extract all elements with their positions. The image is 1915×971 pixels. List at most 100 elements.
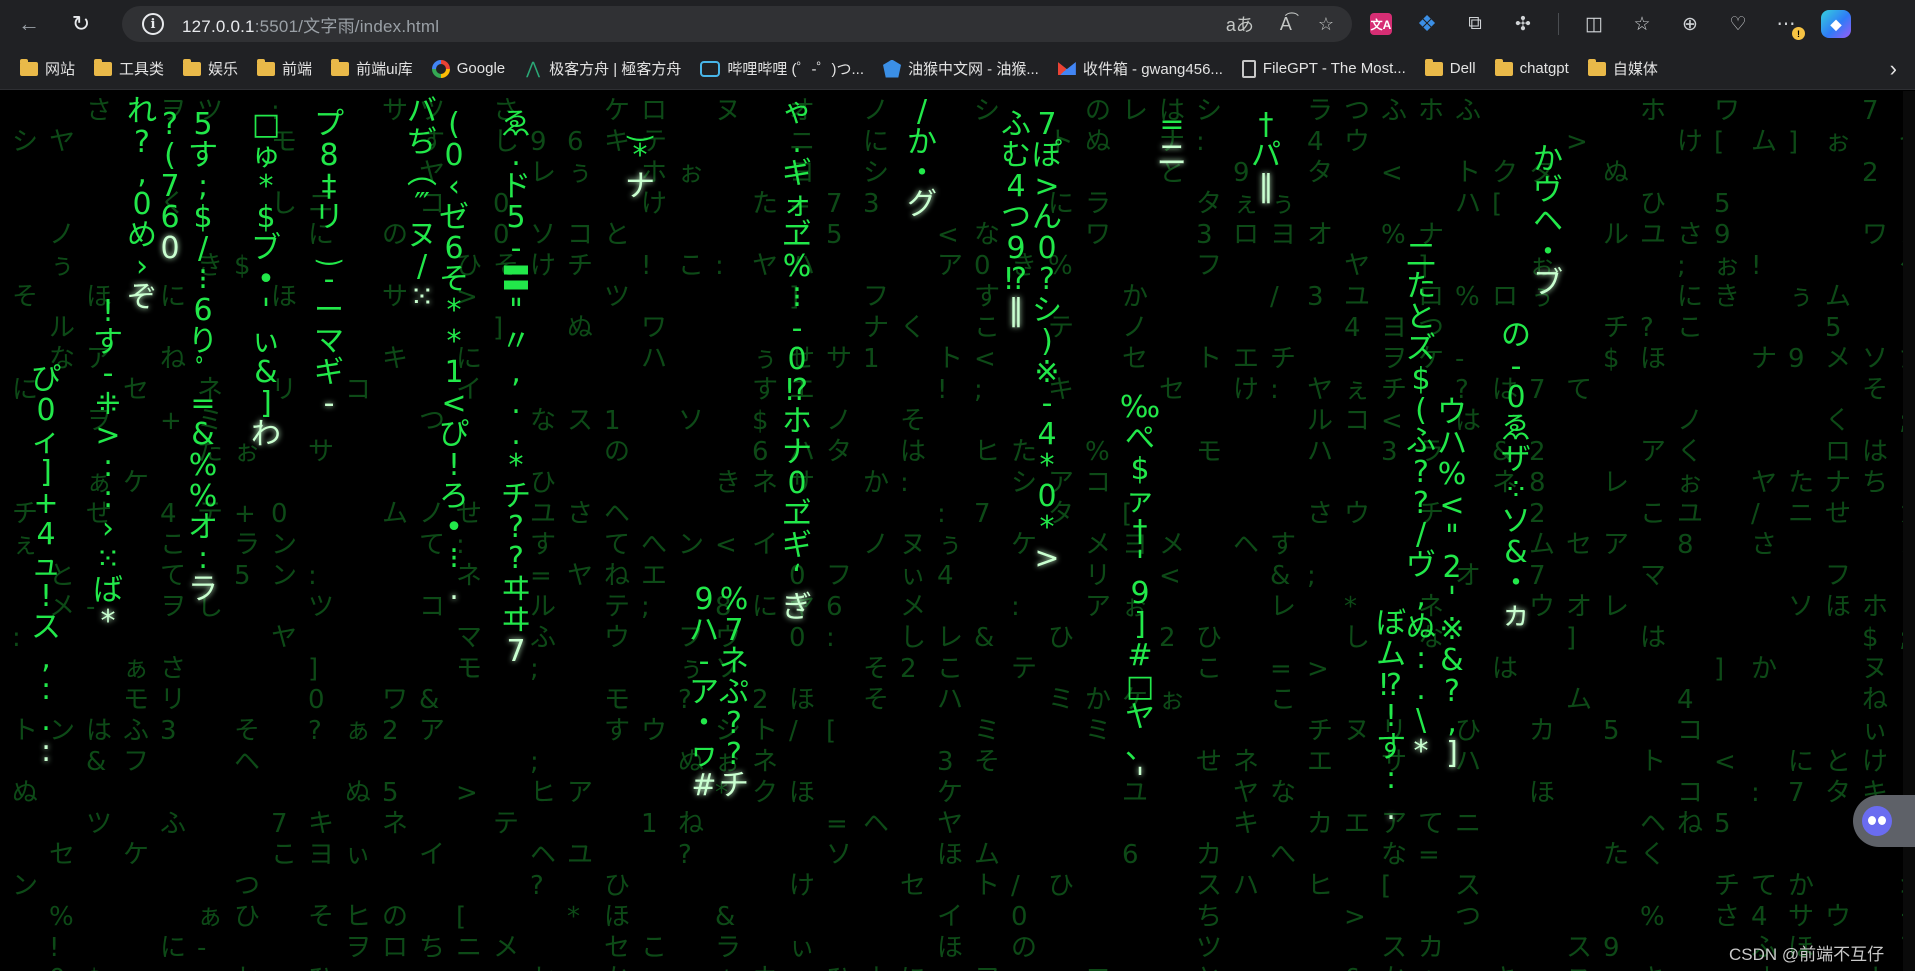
dim-glyph: ぉ xyxy=(1677,468,1703,498)
dim-glyph: セ xyxy=(49,840,75,870)
dim-glyph: : xyxy=(12,623,21,653)
rain-glyph: 0 xyxy=(36,393,55,428)
bookmark-item[interactable]: Google xyxy=(424,54,513,84)
rain-glyph: ‘ xyxy=(792,559,802,594)
rain-glyph: - xyxy=(699,644,710,679)
dim-glyph: カ xyxy=(1196,840,1222,870)
dim-glyph: テ xyxy=(604,592,630,622)
dim-glyph: % xyxy=(1085,437,1110,467)
dim-glyph: 4 xyxy=(1307,127,1324,157)
rain-head-glyph: チ xyxy=(719,768,749,803)
dim-glyph: ム xyxy=(1529,530,1555,560)
bookmark-item[interactable]: ⋀ 极客方舟 | 極客方舟 xyxy=(516,54,689,84)
bookmark-label: 油猴中文网 - 油猴... xyxy=(908,61,1039,78)
update-badge-icon: ! xyxy=(1792,27,1805,40)
extensions-icon[interactable]: ✣ xyxy=(1510,11,1536,37)
rain-head-glyph: ' xyxy=(1136,762,1144,797)
rain-glyph: ウ xyxy=(1437,395,1467,430)
dim-glyph: な xyxy=(1381,840,1407,870)
collections-icon[interactable]: ⧉ xyxy=(1462,11,1488,37)
bookmark-item[interactable]: 前端 xyxy=(249,54,320,84)
dim-glyph: キ xyxy=(1233,809,1259,839)
dim-glyph: 5 xyxy=(1714,189,1731,219)
rain-head-glyph: * xyxy=(1414,734,1429,769)
dim-glyph: ユ xyxy=(567,840,593,870)
dim-glyph: ヘ xyxy=(1640,809,1666,839)
rain-glyph: れ xyxy=(127,94,157,129)
bookmark-item[interactable]: FileGPT - The Most... xyxy=(1234,54,1414,84)
dim-glyph: 0 xyxy=(49,964,66,971)
rain-glyph: : xyxy=(41,672,51,707)
dim-glyph: ヤ xyxy=(49,127,75,157)
read-aloud-icon[interactable]: aあ xyxy=(1226,11,1254,37)
dim-glyph: [ xyxy=(1381,871,1391,901)
dim-glyph: 3 xyxy=(863,189,880,219)
extension-blue-icon[interactable]: ❖ xyxy=(1414,11,1440,37)
bookmark-item[interactable]: 娱乐 xyxy=(175,54,246,84)
bookmark-item[interactable]: 前端ui库 xyxy=(323,54,421,84)
rain-head-glyph: : xyxy=(41,734,51,769)
dim-glyph: ひ xyxy=(1455,716,1481,746)
rain-glyph: * xyxy=(259,169,274,204)
bookmark-item[interactable]: 哔哩哔哩 (゜-゜)つ... xyxy=(692,54,872,84)
copilot-icon[interactable]: ◆ xyxy=(1821,10,1851,38)
rain-glyph: - xyxy=(511,231,522,266)
translate-icon[interactable]: 文A xyxy=(1370,13,1392,35)
dim-glyph: リ xyxy=(160,685,186,715)
bookmark-item[interactable]: 收件箱 - gwang456... xyxy=(1050,54,1231,84)
bookmark-label: 极客方舟 | 極客方舟 xyxy=(549,61,682,78)
dim-glyph: ぉ xyxy=(1714,251,1740,281)
dim-glyph: ぉ xyxy=(678,158,704,188)
rain-glyph: > xyxy=(1034,169,1059,204)
rain-glyph: ⁉ xyxy=(1380,668,1402,703)
bookmark-item[interactable]: 网站 xyxy=(12,54,83,84)
dim-glyph: て xyxy=(1566,375,1592,405)
extension-toolbar: 文A ❖ ⧉ ✣ ◫ ☆ ⊕ ♡ ⋯! ◆ xyxy=(1370,0,1851,48)
rain-glyph: ィ xyxy=(31,424,61,459)
url-text[interactable]: 127.0.0.1:5501/文字雨/index.html xyxy=(182,12,439,37)
dim-glyph: サ xyxy=(1788,902,1814,932)
bookmark-item[interactable]: 油猴中文网 - 油猴... xyxy=(875,54,1047,84)
dim-glyph: ソ xyxy=(530,220,556,250)
dim-glyph: ぁ xyxy=(123,654,149,684)
bookmark-item[interactable]: Dell xyxy=(1417,54,1484,84)
rain-glyph: * xyxy=(1040,448,1055,483)
favorite-star-icon[interactable]: ☆ xyxy=(1318,14,1334,35)
performance-icon[interactable]: ♡ xyxy=(1725,11,1751,37)
rain-glyph: ハ xyxy=(689,613,719,648)
chevron-right-icon[interactable]: › xyxy=(1890,48,1897,90)
bookmark-item[interactable]: 自媒体 xyxy=(1580,54,1666,84)
rain-glyph: ブ xyxy=(251,231,281,266)
dim-glyph: ヲ xyxy=(974,964,1000,971)
bookmark-item[interactable]: chatgpt xyxy=(1487,54,1577,84)
site-info-icon[interactable]: i xyxy=(142,13,164,35)
dim-glyph: ヲ xyxy=(160,592,186,622)
dim-glyph: ト xyxy=(752,716,778,746)
dim-glyph: ケ xyxy=(123,468,149,498)
rain-glyph: ! xyxy=(40,579,52,614)
dim-glyph: & xyxy=(86,747,106,777)
dim-glyph: ほ xyxy=(789,685,815,715)
text-size-icon[interactable]: A͡ xyxy=(1280,14,1292,35)
dim-glyph: ウ xyxy=(604,623,630,653)
back-arrow-icon[interactable]: ← xyxy=(14,9,44,39)
dim-glyph: シ xyxy=(974,96,1000,126)
dim-glyph: [ xyxy=(456,902,466,932)
dim-glyph: 2 xyxy=(1529,437,1546,467)
rain-glyph: / xyxy=(917,94,928,129)
rain-glyph: - xyxy=(1511,349,1522,384)
favorites-icon[interactable]: ☆ xyxy=(1629,11,1655,37)
tab-actions-icon[interactable]: ⊕ xyxy=(1677,11,1703,37)
dim-glyph: ラ xyxy=(1085,189,1111,219)
split-screen-icon[interactable]: ◫ xyxy=(1581,11,1607,37)
bookmark-item[interactable]: 工具类 xyxy=(86,54,172,84)
address-bar[interactable]: i 127.0.0.1:5501/文字雨/index.html aあ A͡ ☆ xyxy=(122,6,1352,42)
rain-glyph: ※ xyxy=(1439,612,1464,647)
dim-glyph: ホ xyxy=(1640,96,1666,126)
rain-glyph: / xyxy=(198,231,209,266)
floating-assistant-button[interactable] xyxy=(1853,795,1915,847)
menu-icon[interactable]: ⋯! xyxy=(1773,11,1805,40)
dim-glyph: ン xyxy=(12,871,38,901)
reload-icon[interactable]: ↻ xyxy=(66,9,96,39)
rain-glyph: = xyxy=(1159,107,1184,142)
